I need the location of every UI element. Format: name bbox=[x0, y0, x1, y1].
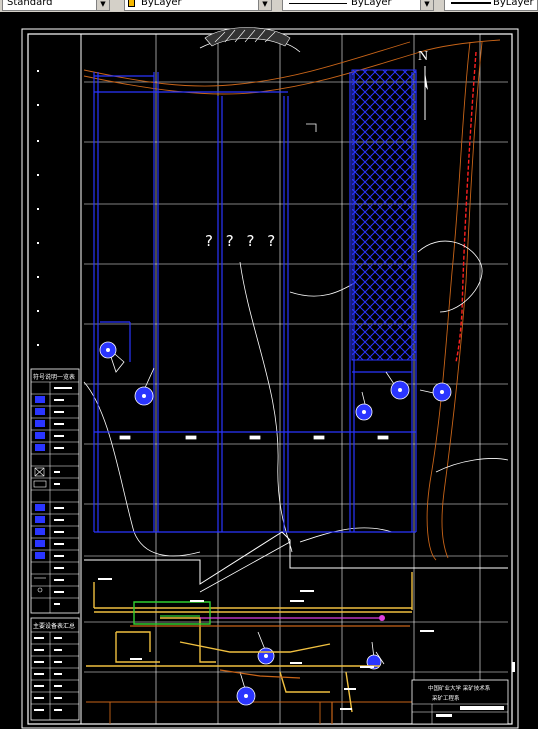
north-label: N bbox=[418, 49, 428, 64]
magenta-node bbox=[379, 615, 385, 621]
text-style-dropdown[interactable]: Standard ▼ bbox=[2, 0, 110, 11]
goaf-area bbox=[351, 69, 417, 361]
green-outline bbox=[133, 601, 211, 625]
terrain-curves bbox=[83, 36, 509, 557]
drawing-canvas[interactable]: ? ? ? ? N 符号说明一览表 主要设备表汇总 中国矿业大学 采矿技术系 采… bbox=[0, 12, 538, 729]
scale-marker bbox=[512, 662, 515, 672]
legend-2-title: 主要设备表汇总 bbox=[33, 622, 75, 630]
callout-bubbles bbox=[99, 341, 452, 706]
grid-markers bbox=[37, 70, 39, 346]
legend-table-2: 主要设备表汇总 bbox=[30, 617, 80, 721]
legend-1-title: 符号说明一览表 bbox=[33, 373, 75, 381]
text-style-value: Standard bbox=[7, 0, 53, 8]
lineweight-sample-icon bbox=[451, 2, 491, 4]
linetype-value: ByLayer bbox=[351, 0, 392, 8]
color-value: ByLayer bbox=[141, 0, 182, 8]
contour-lines bbox=[83, 39, 501, 724]
title-block: 中国矿业大学 采矿技术系 采矿工程系 bbox=[411, 679, 509, 725]
north-arrow-icon: N bbox=[418, 49, 428, 120]
bottom-labels bbox=[98, 578, 434, 710]
inner-border bbox=[27, 33, 513, 725]
linetype-sample-icon bbox=[289, 3, 347, 4]
linetype-dropdown[interactable]: ByLayer ▼ bbox=[282, 0, 434, 11]
color-dropdown[interactable]: ByLayer ▼ bbox=[124, 0, 272, 11]
chevron-down-icon: ▼ bbox=[420, 0, 433, 10]
title-block-line1: 中国矿业大学 采矿技术系 bbox=[428, 684, 491, 692]
outer-border bbox=[21, 28, 519, 729]
boundary-outline-2 bbox=[199, 541, 291, 593]
boundary-outline bbox=[84, 531, 508, 585]
hatched-area bbox=[204, 27, 291, 47]
lineweight-dropdown[interactable]: ByLayer bbox=[444, 0, 538, 11]
grid-lines bbox=[84, 34, 508, 724]
legend-table-1: 符号说明一览表 bbox=[30, 368, 80, 614]
road-line bbox=[455, 51, 477, 363]
lineweight-value: ByLayer bbox=[493, 0, 534, 8]
chevron-down-icon: ▼ bbox=[96, 0, 109, 10]
small-markers bbox=[119, 123, 389, 440]
cad-drawing: ? ? ? ? N 符号说明一览表 主要设备表汇总 中国矿业大学 采矿技术系 采… bbox=[21, 27, 519, 729]
roadways-orange bbox=[130, 625, 410, 724]
title-block-line2: 采矿工程系 bbox=[432, 694, 460, 702]
chevron-down-icon: ▼ bbox=[258, 0, 271, 10]
color-swatch-icon bbox=[128, 0, 135, 7]
unknown-labels: ? ? ? ? bbox=[205, 232, 279, 250]
